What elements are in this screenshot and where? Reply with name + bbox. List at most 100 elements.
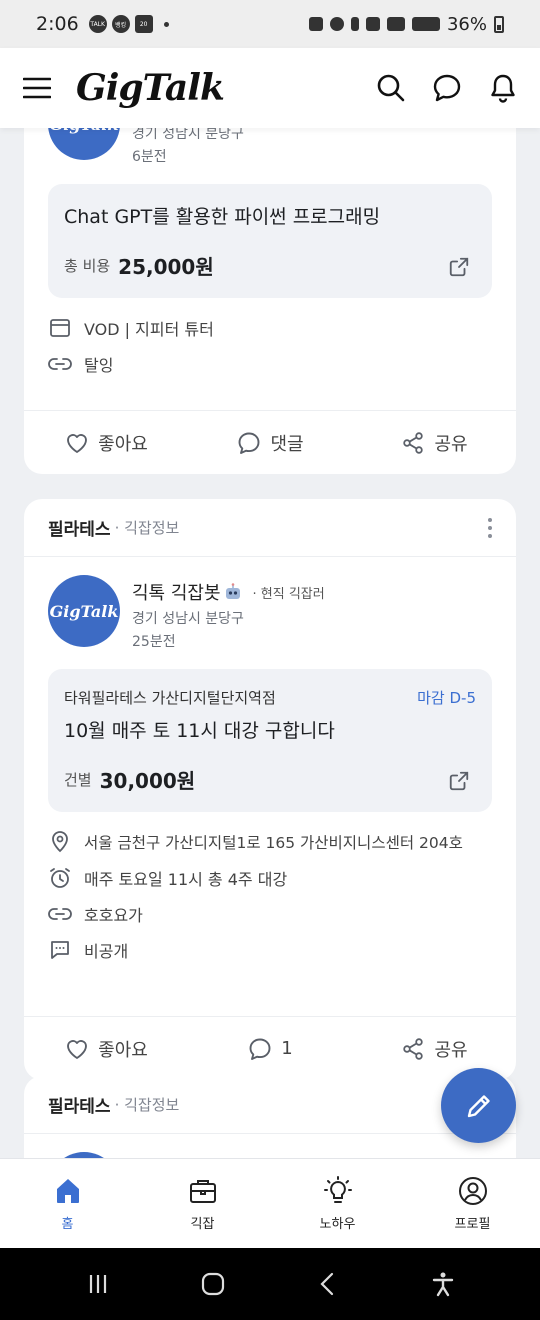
search-icon[interactable] bbox=[376, 73, 406, 103]
nav-gigjob-label: 긱잡 bbox=[190, 1217, 215, 1232]
post-card[interactable]: 필라테스 · 긱잡정보 GigTalk 긱톡 긱잡봇 · 현직 긱잡러 경기 성… bbox=[24, 499, 516, 1080]
author-location: 경기 성남시 분당구 bbox=[132, 128, 244, 142]
alarm-clock-icon bbox=[50, 868, 70, 888]
price-value: 25,000원 bbox=[118, 255, 214, 279]
location-pin-icon bbox=[52, 831, 68, 853]
post-subcategory: · 긱잡정보 bbox=[114, 1096, 180, 1114]
system-navigation-bar bbox=[0, 1248, 540, 1320]
job-box[interactable]: 타워필라테스 가산디지털단지역점 마감 D-5 10월 매주 토 11시 대강 … bbox=[48, 669, 492, 812]
product-box[interactable]: Chat GPT를 활용한 파이썬 프로그래밍 총 비용 25,000원 bbox=[48, 184, 492, 298]
nav-home[interactable]: 홈 bbox=[0, 1159, 135, 1248]
like-button[interactable]: 좋아요 bbox=[24, 411, 188, 474]
job-title: 10월 매주 토 11시 대강 구합니다 bbox=[64, 720, 335, 742]
accessibility-icon[interactable] bbox=[429, 1270, 457, 1298]
comment-button[interactable]: 댓글 bbox=[188, 411, 352, 474]
share-label: 공유 bbox=[434, 433, 468, 455]
like-label: 좋아요 bbox=[98, 1039, 148, 1061]
like-button[interactable]: 좋아요 bbox=[24, 1017, 188, 1080]
share-button[interactable]: 공유 bbox=[352, 411, 516, 474]
link-icon bbox=[48, 908, 72, 920]
post-actions: 좋아요 댓글 공유 bbox=[24, 410, 516, 474]
author-row: GigTalk 긱톡 긱잡봇 · 현직 긱잡러 경기 성남시 분당구 25분전 bbox=[24, 557, 516, 651]
post-time: 6분전 bbox=[132, 149, 167, 165]
job-price-row: 건별 30,000원 bbox=[64, 765, 476, 794]
top-app-bar: GigTalk bbox=[0, 48, 540, 128]
lte-signal-icon bbox=[411, 17, 440, 31]
back-icon[interactable] bbox=[314, 1270, 342, 1298]
author-name[interactable]: 긱톡 긱잡봇 bbox=[132, 579, 221, 605]
share-label: 공유 bbox=[434, 1039, 468, 1061]
price-value: 30,000원 bbox=[99, 769, 196, 793]
post-actions: 좋아요 1 공유 bbox=[24, 1016, 516, 1080]
comment-icon bbox=[238, 432, 260, 454]
home-button-icon[interactable] bbox=[199, 1270, 227, 1298]
hd-voice-icon bbox=[386, 17, 405, 31]
meta-link-row[interactable]: 호호요가 bbox=[48, 896, 492, 932]
deadline-badge: 마감 D-5 bbox=[417, 689, 476, 707]
write-post-button[interactable] bbox=[441, 1068, 516, 1143]
product-price-row: 총 비용 25,000원 bbox=[64, 251, 476, 280]
meta-schedule-text: 매주 토요일 11시 총 4주 대강 bbox=[84, 870, 288, 889]
comment-button[interactable]: 1 bbox=[188, 1017, 352, 1080]
post-subcategory: · 긱잡정보 bbox=[114, 519, 180, 537]
share-icon bbox=[403, 1037, 424, 1060]
external-link-icon[interactable] bbox=[448, 256, 470, 278]
link-icon bbox=[48, 358, 72, 370]
external-link-icon[interactable] bbox=[448, 770, 470, 792]
chat-icon[interactable] bbox=[432, 73, 462, 103]
author-avatar[interactable]: GigTalk bbox=[48, 128, 120, 160]
post-category: 필라테스 bbox=[48, 1097, 111, 1117]
nav-profile-label: 프로필 bbox=[454, 1217, 491, 1232]
author-badge: · 현직 긱잡러 bbox=[252, 586, 325, 602]
job-organization: 타워필라테스 가산디지털단지역점 bbox=[64, 689, 276, 707]
meta-link-row[interactable]: 탈잉 bbox=[48, 346, 492, 382]
nav-knowhow[interactable]: 노하우 bbox=[270, 1159, 405, 1248]
banking-icon: 뱅킹 bbox=[111, 15, 130, 33]
bluetooth-icon bbox=[350, 17, 359, 31]
meta-address-text: 서울 금천구 가산디지털1로 165 가산비지니스센터 204호 bbox=[84, 834, 463, 852]
post-card[interactable]: GigTalk 경기 성남시 분당구 6분전 Chat GPT를 활용한 파이썬… bbox=[24, 128, 516, 474]
post-time: 25분전 bbox=[132, 634, 176, 650]
home-icon bbox=[56, 1179, 79, 1203]
share-icon bbox=[403, 431, 424, 454]
meta-chat-text: 비공개 bbox=[84, 942, 129, 961]
message-dots-icon bbox=[51, 941, 69, 959]
post-category: 필라테스 bbox=[48, 520, 111, 540]
app-logo[interactable]: GigTalk bbox=[76, 67, 225, 109]
meta-type-text: VOD | 지피터 튜터 bbox=[84, 320, 214, 339]
alarm-icon bbox=[329, 17, 344, 31]
system-status: 36% bbox=[308, 13, 504, 35]
battery-icon bbox=[494, 15, 504, 33]
price-label: 총 비용 bbox=[64, 257, 111, 275]
briefcase-icon bbox=[189, 1180, 216, 1203]
author-avatar[interactable]: GigTalk bbox=[48, 575, 120, 647]
lightbulb-icon bbox=[323, 1176, 352, 1203]
comment-icon bbox=[249, 1038, 271, 1060]
robot-icon bbox=[225, 583, 240, 599]
recent-apps-icon[interactable] bbox=[84, 1270, 112, 1298]
comment-label: 댓글 bbox=[270, 433, 304, 455]
profile-icon bbox=[458, 1177, 487, 1205]
feed[interactable]: GigTalk 경기 성남시 분당구 6분전 Chat GPT를 활용한 파이썬… bbox=[0, 128, 540, 1158]
product-title: Chat GPT를 활용한 파이썬 프로그래밍 bbox=[64, 206, 381, 228]
nav-profile[interactable]: 프로필 bbox=[405, 1159, 540, 1248]
nav-gigjob[interactable]: 긱잡 bbox=[135, 1159, 270, 1248]
nfc-icon bbox=[308, 17, 323, 31]
bell-icon[interactable] bbox=[488, 73, 518, 103]
menu-icon[interactable] bbox=[22, 73, 52, 103]
meta-schedule-row: 매주 토요일 11시 총 4주 대강 bbox=[48, 860, 492, 896]
nav-home-label: 홈 bbox=[61, 1217, 74, 1232]
post-meta: VOD | 지피터 튜터 탈잉 bbox=[24, 298, 516, 382]
bottom-navigation: 홈 긱잡 노하우 프로필 bbox=[0, 1158, 540, 1248]
calendar-icon: 20 bbox=[134, 15, 153, 33]
battery-percent: 36% bbox=[446, 13, 487, 35]
author-location: 경기 성남시 분당구 bbox=[132, 611, 244, 627]
price-label: 건별 bbox=[64, 771, 92, 789]
heart-icon bbox=[67, 1039, 88, 1059]
meta-chat-row: 비공개 bbox=[48, 932, 492, 968]
meta-link-text: 호호요가 bbox=[84, 906, 143, 925]
browser-window-icon bbox=[50, 319, 70, 337]
meta-address-row[interactable]: 서울 금천구 가산디지털1로 165 가산비지니스센터 204호 bbox=[48, 824, 492, 860]
comment-count: 1 bbox=[281, 1038, 293, 1059]
more-options-icon[interactable] bbox=[488, 517, 492, 538]
